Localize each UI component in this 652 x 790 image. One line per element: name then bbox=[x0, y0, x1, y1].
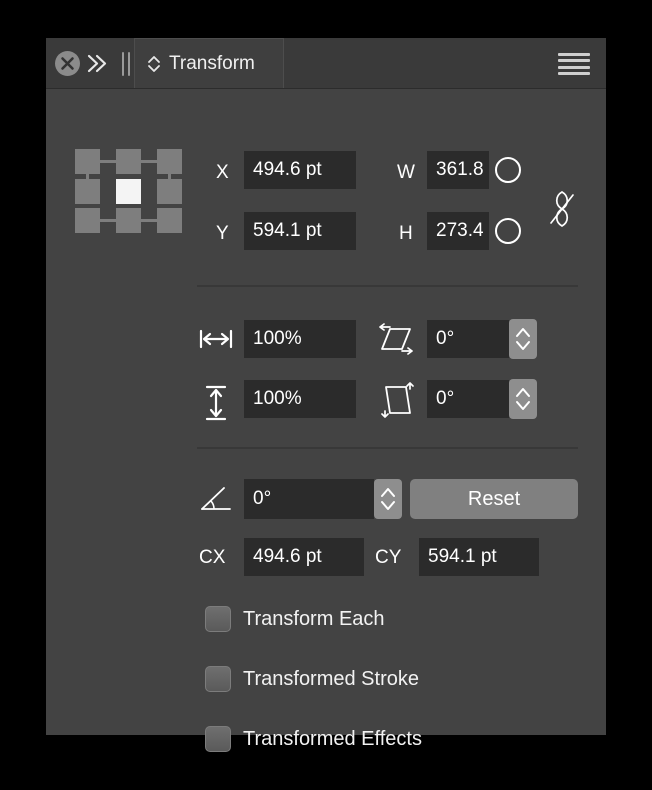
refpoint-middle-right[interactable] bbox=[157, 179, 182, 204]
vertical-scale-input[interactable]: 100% bbox=[244, 380, 356, 418]
vertical-shear-icon bbox=[378, 381, 418, 424]
horizontal-shear-stepper[interactable] bbox=[509, 319, 537, 359]
refpoint-top-right[interactable] bbox=[157, 149, 182, 174]
h-label: H bbox=[399, 223, 413, 244]
tab-transform[interactable]: Transform bbox=[134, 38, 284, 88]
hamburger-line bbox=[558, 71, 590, 75]
y-label: Y bbox=[216, 223, 229, 244]
section-divider bbox=[197, 447, 578, 449]
hamburger-menu-icon[interactable] bbox=[558, 53, 590, 75]
vertical-shear-input[interactable]: 0° bbox=[427, 380, 509, 418]
cy-label: CY bbox=[375, 547, 402, 568]
refgrid-connector bbox=[141, 219, 157, 222]
cy-input[interactable]: 594.1 pt bbox=[419, 538, 539, 576]
hamburger-line bbox=[558, 59, 590, 63]
transform-panel: Transform X 494.6 pt W 361.8 Y 594.1 pt … bbox=[46, 38, 606, 752]
cx-input[interactable]: 494.6 pt bbox=[244, 538, 364, 576]
refpoint-top-center[interactable] bbox=[116, 149, 141, 174]
option-transform-each[interactable]: Transform Each bbox=[205, 606, 385, 632]
w-circle-icon[interactable] bbox=[495, 157, 521, 183]
rotation-stepper[interactable] bbox=[374, 479, 402, 519]
x-input[interactable]: 494.6 pt bbox=[244, 151, 356, 189]
cx-label: CX bbox=[199, 547, 226, 568]
rotation-input[interactable]: 0° bbox=[244, 479, 374, 519]
vertical-scale-icon bbox=[203, 385, 229, 426]
refpoint-middle-left[interactable] bbox=[75, 179, 100, 204]
horizontal-scale-icon bbox=[199, 327, 233, 356]
y-input[interactable]: 594.1 pt bbox=[244, 212, 356, 250]
transformed-effects-checkbox[interactable] bbox=[205, 726, 231, 752]
refpoint-top-left[interactable] bbox=[75, 149, 100, 174]
transformed-stroke-checkbox[interactable] bbox=[205, 666, 231, 692]
transformed-effects-label: Transformed Effects bbox=[243, 727, 422, 750]
w-label: W bbox=[397, 162, 415, 183]
h-input[interactable]: 273.4 bbox=[427, 212, 489, 250]
h-circle-icon[interactable] bbox=[495, 218, 521, 244]
refpoint-bottom-center[interactable] bbox=[116, 208, 141, 233]
horizontal-shear-input[interactable]: 0° bbox=[427, 320, 509, 358]
reference-point-grid[interactable] bbox=[75, 149, 182, 233]
panel-body: X 494.6 pt W 361.8 Y 594.1 pt H 273.4 10… bbox=[46, 89, 606, 752]
option-transformed-effects[interactable]: Transformed Effects bbox=[205, 726, 422, 752]
option-transformed-stroke[interactable]: Transformed Stroke bbox=[205, 666, 419, 692]
section-divider bbox=[197, 285, 578, 287]
double-chevron-right-icon[interactable] bbox=[85, 51, 109, 76]
w-input[interactable]: 361.8 bbox=[427, 151, 489, 189]
refgrid-connector bbox=[100, 160, 116, 163]
refpoint-center[interactable] bbox=[116, 179, 141, 204]
refpoint-bottom-left[interactable] bbox=[75, 208, 100, 233]
refpoint-bottom-right[interactable] bbox=[157, 208, 182, 233]
vertical-shear-stepper[interactable] bbox=[509, 379, 537, 419]
tab-transform-label: Transform bbox=[169, 52, 255, 74]
horizontal-scale-input[interactable]: 100% bbox=[244, 320, 356, 358]
rotation-angle-icon bbox=[198, 485, 234, 518]
x-label: X bbox=[216, 162, 229, 183]
drag-handle-icon[interactable] bbox=[116, 52, 136, 76]
hamburger-line bbox=[558, 65, 590, 69]
reset-button[interactable]: Reset bbox=[410, 479, 578, 519]
hamburger-line bbox=[558, 53, 590, 56]
transform-each-label: Transform Each bbox=[243, 607, 385, 630]
transformed-stroke-label: Transformed Stroke bbox=[243, 667, 419, 690]
close-icon[interactable] bbox=[55, 51, 80, 76]
refgrid-connector bbox=[141, 160, 157, 163]
panel-titlebar: Transform bbox=[46, 38, 606, 89]
transform-each-checkbox[interactable] bbox=[205, 606, 231, 632]
horizontal-shear-icon bbox=[376, 323, 416, 360]
broken-chain-link-icon[interactable] bbox=[545, 187, 579, 236]
up-down-chevron-icon bbox=[147, 55, 161, 73]
refgrid-connector bbox=[100, 219, 116, 222]
